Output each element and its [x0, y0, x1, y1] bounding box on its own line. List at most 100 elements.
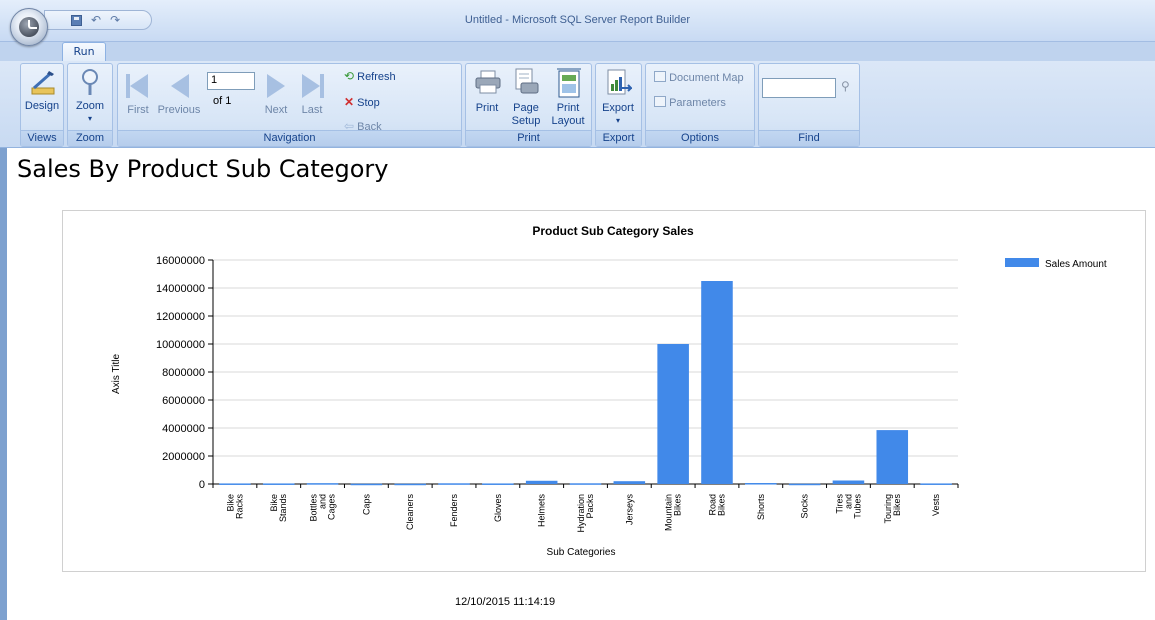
x-tick-label: Tires and Tubes [834, 494, 862, 519]
x-tick-label: Gloves [493, 494, 503, 523]
y-tick-label: 8000000 [162, 367, 205, 379]
bar [350, 483, 383, 486]
print-group-label: Print [466, 130, 591, 146]
x-axis-title: Sub Categories [547, 547, 616, 558]
x-tick-label: Touring Bikes [883, 494, 902, 524]
options-group: Document Map Parameters Options [645, 63, 755, 147]
y-axis-title: Axis Title [111, 354, 122, 394]
page-number-input[interactable]: 1 [207, 72, 255, 90]
bar [525, 480, 558, 484]
bar [438, 483, 470, 485]
export-dropdown-arrow-icon: ▾ [615, 116, 620, 125]
bar [219, 483, 251, 485]
parameters-icon [654, 96, 666, 107]
next-page-button[interactable]: Next [258, 66, 294, 116]
x-tick-label-line: Vests [931, 494, 941, 517]
page-setup-icon [515, 68, 539, 94]
last-page-icon [302, 74, 324, 98]
chart-frame: Product Sub Category Sales Axis Title Su… [62, 210, 1146, 572]
tab-run[interactable]: Run [62, 42, 106, 62]
first-page-button[interactable]: First [122, 66, 154, 116]
window-left-edge [0, 148, 7, 620]
export-button[interactable]: Export ▾ [599, 66, 637, 126]
window-title: Untitled - Microsoft SQL Server Report B… [464, 14, 691, 26]
page-setup-button[interactable]: Page Setup [506, 66, 546, 127]
x-tick-label: Shorts [756, 494, 766, 521]
find-text-input[interactable] [762, 78, 836, 98]
x-tick-label-line: Fenders [449, 494, 459, 528]
previous-label: Previous [157, 104, 201, 116]
x-tick-label-line: Caps [361, 494, 371, 516]
document-map-button[interactable]: Document Map [654, 71, 744, 84]
binoculars-icon[interactable]: ⚲ [841, 79, 850, 93]
zoom-dropdown-arrow-icon: ▾ [87, 114, 92, 123]
design-icon [31, 71, 55, 95]
x-tick-label: Caps [361, 494, 371, 516]
design-button[interactable]: Design [23, 66, 61, 116]
stop-label: Stop [357, 97, 380, 109]
x-tick-label-line: Bikes [716, 494, 726, 517]
print-layout-label-line-1: Print [556, 102, 580, 114]
print-group: Print Page Setup Print Layout Print [465, 63, 592, 147]
report-builder-logo-icon [19, 17, 39, 37]
bar [745, 483, 777, 485]
x-tick-label-line: Jerseys [624, 494, 634, 526]
refresh-label: Refresh [357, 71, 396, 83]
page-count-label: of 1 [213, 95, 232, 107]
ribbon: Design Views Zoom ▾ Zoom First Previous … [0, 61, 1155, 148]
product-subcategory-sales-chart: Product Sub Category Sales Axis Title Su… [111, 224, 1107, 558]
application-menu-button[interactable] [10, 8, 48, 46]
y-tick-label: 0 [199, 479, 205, 491]
design-label: Design [24, 100, 60, 112]
execution-timestamp: 12/10/2015 11:14:19 [455, 596, 556, 608]
last-label: Last [301, 104, 323, 116]
printer-icon [475, 70, 501, 94]
x-tick-label: Hydration Packs [576, 494, 595, 533]
x-tick-label: Bike Racks [225, 494, 244, 520]
bar [657, 344, 689, 484]
views-group-label: Views [21, 130, 63, 146]
options-group-label: Options [646, 130, 754, 146]
x-tick-label-line: Helmets [537, 494, 547, 528]
bar [876, 430, 909, 484]
legend-label: Sales Amount [1045, 259, 1107, 270]
stop-button[interactable]: ✕ Stop [344, 95, 380, 109]
previous-page-button[interactable]: Previous [154, 66, 204, 116]
last-page-button[interactable]: Last [296, 66, 328, 116]
x-tick-label-line: Cleaners [405, 494, 415, 531]
stop-icon: ✕ [344, 95, 355, 109]
x-tick-label: Socks [800, 494, 810, 519]
first-label: First [127, 104, 149, 116]
y-tick-label: 2000000 [162, 451, 205, 463]
bar [482, 483, 514, 485]
refresh-button[interactable]: ⟲ Refresh [344, 69, 396, 83]
document-map-label: Document Map [669, 72, 744, 84]
x-tick-label-line: Bikes [673, 494, 683, 517]
title-bar: ↶ ↷ Untitled - Microsoft SQL Server Repo… [0, 0, 1155, 42]
print-button[interactable]: Print [469, 66, 505, 122]
x-tick-label-line: Packs [585, 494, 595, 519]
x-tick-label-line: Shorts [756, 494, 766, 521]
print-layout-label-line-2: Layout [551, 115, 585, 127]
bar [394, 483, 426, 486]
x-tick-label-line: Socks [800, 494, 810, 519]
x-tick-label: Bike Stands [269, 494, 288, 523]
print-label: Print [475, 102, 499, 114]
bar [788, 483, 821, 486]
parameters-button[interactable]: Parameters [654, 96, 726, 109]
x-tick-label-line: Stands [278, 494, 288, 523]
export-icon [607, 69, 632, 95]
x-tick-label-line: Tubes [852, 494, 862, 519]
print-layout-button[interactable]: Print Layout [548, 66, 588, 127]
zoom-button[interactable]: Zoom ▾ [71, 66, 109, 124]
next-label: Next [264, 104, 288, 116]
x-tick-label: Vests [931, 494, 941, 517]
bar [701, 281, 733, 484]
parameters-label: Parameters [669, 97, 726, 109]
export-group-label: Export [596, 130, 641, 146]
next-page-icon [267, 74, 285, 98]
refresh-icon: ⟲ [344, 69, 355, 83]
report-title: Sales By Product Sub Category [17, 155, 389, 183]
bar [613, 481, 646, 484]
y-tick-label: 6000000 [162, 395, 205, 407]
